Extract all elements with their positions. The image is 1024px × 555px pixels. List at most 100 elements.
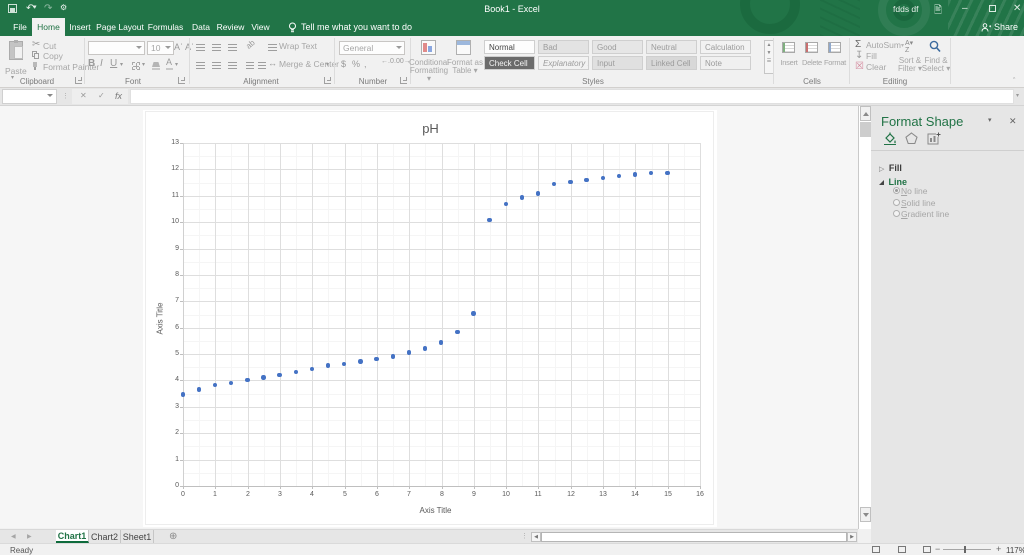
ribbon-tab-data[interactable]: Data xyxy=(186,18,216,36)
normal-view-icon[interactable] xyxy=(872,546,880,553)
name-box[interactable] xyxy=(2,89,57,104)
data-point[interactable] xyxy=(519,195,525,200)
cell-style-check-cell[interactable]: Check Cell xyxy=(484,56,535,70)
alignment-dialog-launcher[interactable] xyxy=(324,77,331,84)
sheet-prev-icon[interactable]: ◀ xyxy=(11,533,16,540)
copy-label[interactable]: Copy xyxy=(43,51,63,61)
autosum-label[interactable]: AutoSum xyxy=(866,40,901,50)
ribbon-tab-view[interactable]: View xyxy=(245,18,276,36)
paste-button[interactable] xyxy=(6,40,28,68)
share-button[interactable]: Share xyxy=(981,18,1018,36)
format-cells-label[interactable]: Format xyxy=(821,58,849,67)
autosum-dropdown-icon[interactable]: ▾ xyxy=(901,42,904,49)
sheet-tab-chart1[interactable]: Chart1 xyxy=(56,530,89,543)
format-as-table-label[interactable]: Format as Table ▾ xyxy=(446,59,484,75)
chart[interactable]: pH Axis Title Axis Title 0 1 2 3 4 5 6 7 8 9 10 11 1… xyxy=(143,110,717,527)
data-point[interactable] xyxy=(503,201,509,207)
align-right-icon[interactable] xyxy=(228,62,237,69)
data-point[interactable] xyxy=(196,387,202,392)
delete-cells-icon[interactable] xyxy=(805,42,818,53)
zoom-level[interactable]: 117% xyxy=(1006,546,1024,555)
copy-icon[interactable] xyxy=(32,51,39,59)
zoom-in-icon[interactable]: + xyxy=(996,544,1001,554)
close-icon[interactable]: ✕ xyxy=(1013,3,1021,14)
radio-no-line[interactable] xyxy=(893,187,900,194)
scroll-up-icon[interactable] xyxy=(860,106,871,121)
borders-dropdown-icon[interactable]: ▾ xyxy=(142,61,145,68)
insert-function-icon[interactable]: fx xyxy=(115,91,122,101)
minimize-icon[interactable]: – xyxy=(962,3,968,14)
format-cells-icon[interactable] xyxy=(828,42,841,53)
ribbon-tab-page-layout[interactable]: Page Layout xyxy=(95,18,145,36)
cell-style-good[interactable]: Good xyxy=(592,40,643,54)
data-point[interactable] xyxy=(455,329,460,335)
align-middle-icon[interactable] xyxy=(212,44,221,51)
zoom-slider[interactable] xyxy=(943,549,991,550)
cut-icon[interactable]: ✂ xyxy=(32,39,40,50)
page-break-view-icon[interactable] xyxy=(923,546,931,553)
clear-label[interactable]: Clear xyxy=(866,62,886,72)
merge-center-icon[interactable]: ↔ xyxy=(268,58,277,68)
data-point[interactable] xyxy=(422,346,428,351)
increase-decimal-icon[interactable]: ←.0 xyxy=(381,58,394,65)
option-solid-line[interactable]: Solid line xyxy=(901,198,936,208)
data-point[interactable] xyxy=(261,375,266,380)
orientation-icon[interactable]: ab xyxy=(244,38,257,51)
ribbon-tab-insert[interactable]: Insert xyxy=(65,18,95,36)
scroll-right-icon[interactable]: ▶ xyxy=(847,532,857,542)
underline-dropdown-icon[interactable]: ▾ xyxy=(120,61,123,68)
ribbon-tab-formulas[interactable]: Formulas xyxy=(145,18,186,36)
merge-dropdown-icon[interactable]: ▾ xyxy=(326,61,329,68)
data-point[interactable] xyxy=(180,392,185,397)
find-select-label[interactable]: Find & Select ▾ xyxy=(921,57,951,73)
increase-indent-icon[interactable] xyxy=(258,62,266,69)
number-dialog-launcher[interactable] xyxy=(400,77,407,84)
data-point[interactable] xyxy=(390,354,395,359)
fill-label[interactable]: Fill xyxy=(866,51,877,61)
autosum-icon[interactable]: Σ xyxy=(855,39,861,50)
align-top-icon[interactable] xyxy=(196,44,205,51)
wrap-text-icon[interactable] xyxy=(268,44,277,51)
zoom-slider-thumb[interactable] xyxy=(964,546,966,553)
cell-style-note[interactable]: Note xyxy=(700,56,751,70)
radio-solid-line[interactable] xyxy=(893,198,900,206)
data-point[interactable] xyxy=(325,363,331,368)
cell-style-bad[interactable]: Bad xyxy=(538,40,589,54)
comma-icon[interactable]: , xyxy=(364,59,367,69)
sheet-next-icon[interactable]: ▶ xyxy=(27,533,32,540)
sheet-tab-sheet1[interactable]: Sheet1 xyxy=(121,530,154,543)
merge-center-label[interactable]: Merge & Center xyxy=(279,59,339,69)
data-point[interactable] xyxy=(245,377,250,383)
cell-style-neutral[interactable]: Neutral xyxy=(646,40,697,54)
cell-style-normal[interactable]: Normal xyxy=(484,40,535,54)
insert-cells-icon[interactable] xyxy=(782,42,795,53)
data-point[interactable] xyxy=(665,170,670,175)
fill-icon[interactable]: ↧ xyxy=(855,50,863,61)
align-left-icon[interactable] xyxy=(196,62,205,69)
percent-icon[interactable]: % xyxy=(352,59,360,69)
accounting-format-icon[interactable]: $ xyxy=(341,59,346,69)
zoom-out-icon[interactable]: − xyxy=(935,544,940,554)
vertical-scroll-thumb[interactable] xyxy=(860,122,871,137)
option-gradient-line[interactable]: Gradient line xyxy=(901,209,949,219)
horizontal-scrollbar[interactable]: ◀ ▶ xyxy=(531,532,857,542)
tab-splitter[interactable]: ⋮ xyxy=(521,532,528,540)
collapse-ribbon-icon[interactable]: ˆ xyxy=(1013,78,1015,85)
chart-title[interactable]: pH xyxy=(411,121,451,136)
data-point[interactable] xyxy=(293,369,298,374)
data-point[interactable] xyxy=(632,172,638,177)
align-bottom-icon[interactable] xyxy=(228,44,237,51)
cut-label[interactable]: Cut xyxy=(43,41,56,51)
increase-font-icon[interactable]: Aʾ xyxy=(174,42,183,52)
data-point[interactable] xyxy=(487,217,492,223)
conditional-formatting-label[interactable]: Conditional Formatting ▾ xyxy=(408,59,450,83)
data-point[interactable] xyxy=(471,311,476,316)
tell-me-box[interactable]: Tell me what you want to do xyxy=(288,18,412,36)
font-color-icon[interactable]: A xyxy=(166,57,172,67)
number-format-combo[interactable]: General xyxy=(339,41,405,55)
wrap-text-label[interactable]: Wrap Text xyxy=(279,41,317,51)
x-axis-title[interactable]: Axis Title xyxy=(406,506,466,515)
radio-gradient-line[interactable] xyxy=(893,210,900,217)
cancel-icon[interactable]: ✕ xyxy=(80,91,87,100)
clear-icon[interactable]: ☒ xyxy=(855,61,864,72)
